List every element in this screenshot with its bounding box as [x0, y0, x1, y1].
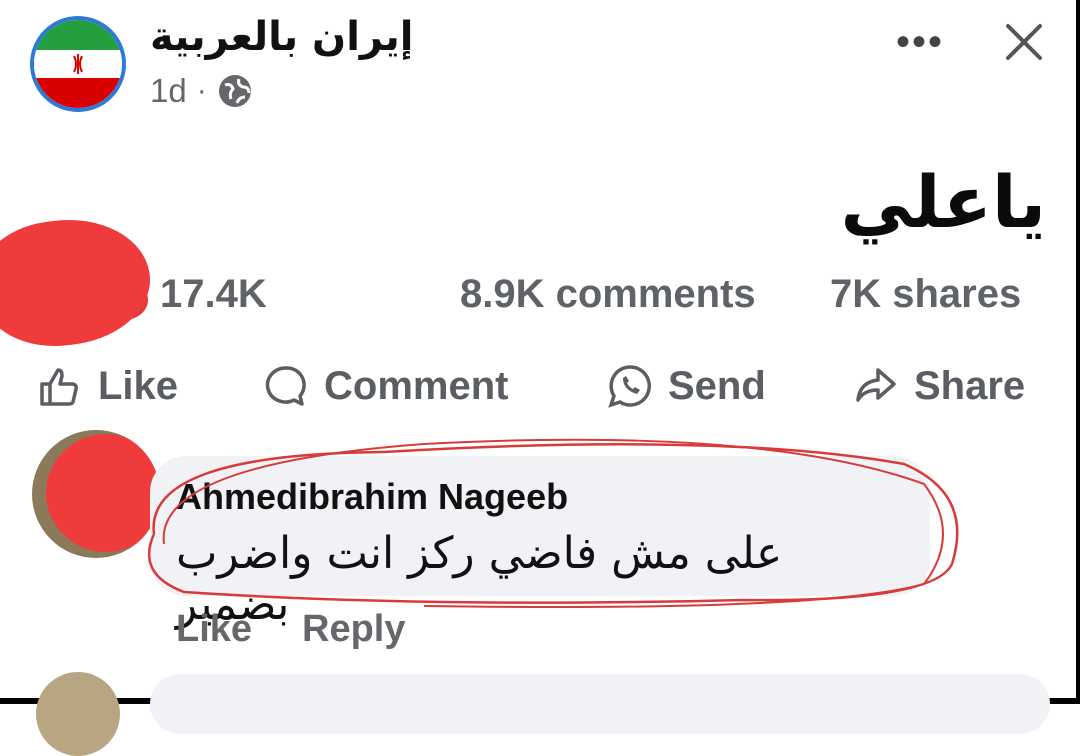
commenter-avatar[interactable]	[32, 430, 160, 558]
iran-flag-icon	[34, 20, 122, 108]
page-avatar[interactable]	[30, 16, 126, 112]
shares-count[interactable]: 7K shares	[830, 272, 1021, 317]
comment-reply-button[interactable]: Reply	[302, 608, 405, 651]
commenter-name[interactable]: Ahmedibrahim Nageeb	[176, 476, 568, 518]
share-arrow-icon	[856, 368, 896, 402]
next-commenter-avatar[interactable]	[36, 672, 120, 756]
post-time[interactable]: 1d	[150, 72, 187, 110]
whatsapp-icon	[608, 365, 651, 408]
meta-separator: ·	[196, 74, 207, 107]
next-comment-bubble	[150, 674, 1050, 734]
send-button[interactable]: Send	[606, 362, 766, 410]
comments-count[interactable]: 8.9K comments	[460, 272, 756, 317]
comment-icon	[265, 366, 306, 406]
share-label: Share	[914, 363, 1026, 408]
like-button[interactable]: Like	[36, 362, 178, 410]
share-button[interactable]: Share	[852, 362, 1025, 410]
close-icon[interactable]	[1000, 18, 1048, 66]
thumbs-up-icon	[40, 368, 78, 406]
post-meta: 1d ·	[150, 72, 253, 110]
globe-icon	[218, 75, 251, 107]
post-text: ياعلي	[840, 160, 1047, 244]
comment-button[interactable]: Comment	[262, 362, 508, 410]
send-label: Send	[668, 363, 766, 408]
comment-label: Comment	[324, 363, 509, 408]
page-name[interactable]: إيران بالعربية	[150, 14, 414, 60]
comment-text: على مش فاضي ركز انت واضرب بضمير	[176, 528, 783, 630]
like-label: Like	[98, 363, 179, 408]
more-dots-icon[interactable]: •••	[896, 22, 944, 62]
comment-like-button[interactable]: Like	[176, 608, 252, 651]
redaction-mark	[46, 434, 160, 552]
reactions-count[interactable]: 17.4K	[160, 272, 267, 317]
